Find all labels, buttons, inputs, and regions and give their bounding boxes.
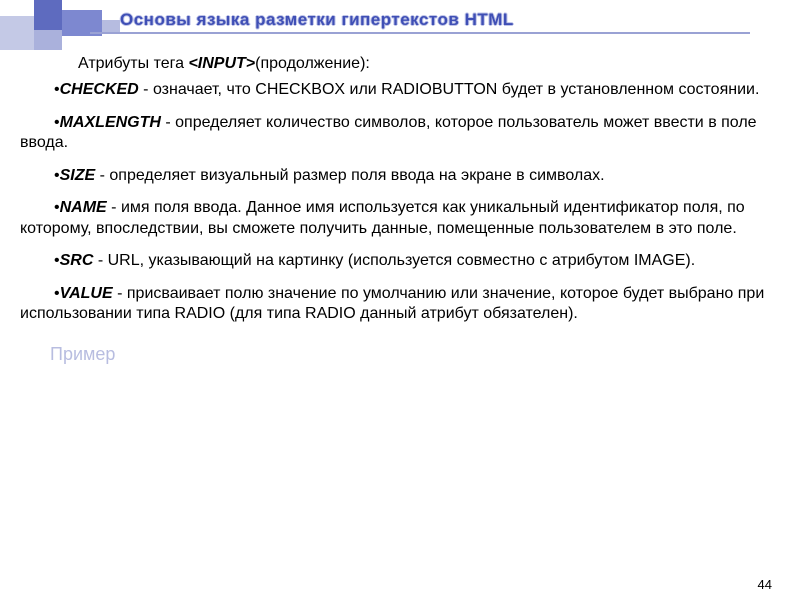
attr-name: MAXLENGTH (60, 114, 161, 131)
page-number: 44 (758, 577, 772, 592)
attr-sep: - (93, 252, 107, 269)
attr-sep: - (161, 114, 175, 131)
attr-desc: определяет визуальный размер поля ввода … (109, 167, 604, 184)
slide-body: Атрибуты тега <INPUT>(продолжение): •CHE… (20, 54, 780, 366)
attr-name: NAME (60, 199, 107, 216)
attr-item: •SRC - URL, указывающий на картинку (исп… (20, 251, 780, 271)
intro-prefix: Атрибуты тега (78, 55, 188, 72)
attr-sep: - (139, 81, 153, 98)
attr-desc: имя поля ввода. Данное имя используется … (20, 199, 745, 236)
attr-name: SIZE (60, 167, 96, 184)
attr-name: SRC (60, 252, 94, 269)
title-underline (90, 32, 750, 34)
attr-sep: - (113, 285, 127, 302)
attr-item: •NAME - имя поля ввода. Данное имя испол… (20, 198, 780, 239)
example-link[interactable]: Пример (50, 343, 780, 366)
attr-item: •CHECKED - означает, что CHECKBOX или RA… (20, 80, 780, 100)
attr-name: CHECKED (60, 81, 139, 98)
attr-item: •VALUE - присваивает полю значение по ум… (20, 284, 780, 325)
attr-desc: URL, указывающий на картинку (использует… (108, 252, 696, 269)
intro-line: Атрибуты тега <INPUT>(продолжение): (78, 54, 780, 74)
attr-item: •SIZE - определяет визуальный размер пол… (20, 166, 780, 186)
attr-desc: присваивает полю значение по умолчанию и… (20, 285, 764, 322)
intro-suffix: (продолжение): (255, 55, 370, 72)
attr-sep: - (95, 167, 109, 184)
attr-desc: означает, что CHECKBOX или RADIOBUTTON б… (153, 81, 759, 98)
intro-tag: <INPUT> (188, 55, 255, 72)
corner-decoration (0, 0, 130, 56)
attr-item: •MAXLENGTH - определяет количество симво… (20, 113, 780, 154)
attr-name: VALUE (60, 285, 113, 302)
attr-sep: - (107, 199, 121, 216)
